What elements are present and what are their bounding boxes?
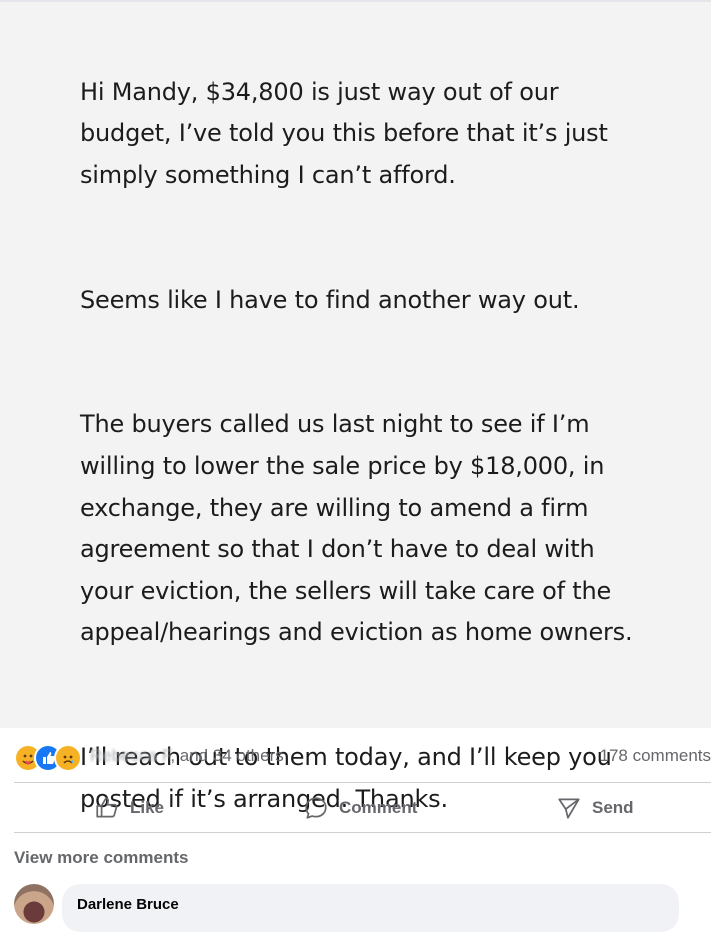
comment-button[interactable]: Comment bbox=[303, 794, 417, 822]
comment-author[interactable]: Darlene Bruce bbox=[77, 896, 179, 913]
comment-label: Comment bbox=[339, 798, 417, 818]
comment-row: Darlene Bruce bbox=[14, 884, 711, 914]
comment-bubble: Darlene Bruce bbox=[62, 884, 679, 932]
post-paragraph-2: Seems like I have to find another way ou… bbox=[80, 280, 640, 322]
like-label: Like bbox=[130, 798, 164, 818]
reactors-text[interactable]: Rebecca F, and 34 others bbox=[90, 746, 284, 766]
reaction-icons[interactable] bbox=[14, 744, 86, 770]
post-actions: Like Comment Send bbox=[0, 784, 711, 832]
post-paragraph-3: The buyers called us last night to see i… bbox=[80, 404, 640, 654]
thumbs-up-icon bbox=[94, 795, 120, 821]
avatar[interactable] bbox=[14, 884, 54, 924]
like-button[interactable]: Like bbox=[94, 794, 164, 822]
send-label: Send bbox=[592, 798, 634, 818]
reactions-bar: Rebecca F, and 34 others 178 comments bbox=[0, 730, 711, 782]
sad-reaction-icon bbox=[54, 744, 82, 772]
actions-bottom-divider bbox=[14, 832, 711, 833]
post-paragraph-1: Hi Mandy, $34,800 is just way out of our… bbox=[80, 72, 640, 197]
send-button[interactable]: Send bbox=[556, 794, 634, 822]
view-more-comments-link[interactable]: View more comments bbox=[14, 848, 188, 868]
comment-bubble-icon bbox=[303, 795, 329, 821]
actions-top-divider bbox=[14, 782, 711, 783]
reactors-suffix: , and 34 others bbox=[170, 746, 283, 765]
post-image[interactable]: Hi Mandy, $34,800 is just way out of our… bbox=[0, 2, 711, 728]
reactors-names-blurred: Rebecca F bbox=[90, 746, 170, 765]
comments-count[interactable]: 178 comments bbox=[600, 746, 711, 766]
send-icon bbox=[556, 795, 582, 821]
